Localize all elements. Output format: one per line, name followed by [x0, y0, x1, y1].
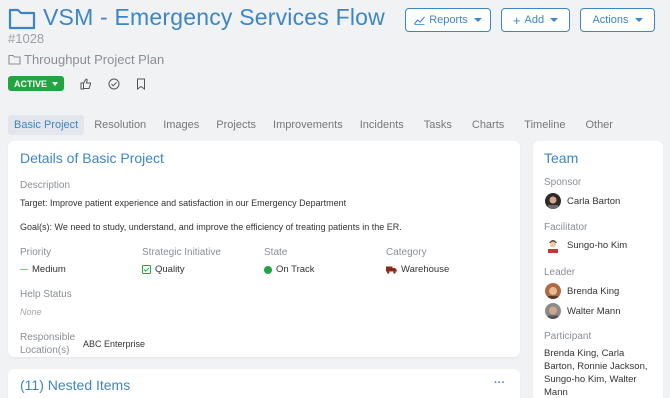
- check-circle-icon[interactable]: [108, 78, 120, 90]
- sponsor-name: Carla Barton: [567, 195, 621, 207]
- tab-projects[interactable]: Projects: [216, 115, 256, 135]
- responsible-value: ABC Enterprise: [83, 339, 146, 349]
- avatar: [545, 193, 561, 209]
- leader-name: Brenda King: [567, 285, 620, 297]
- help-status-value: None: [20, 307, 42, 317]
- truck-icon: [386, 266, 397, 274]
- details-title: Details of Basic Project: [20, 150, 164, 166]
- help-status-label: Help Status: [20, 289, 72, 300]
- category-text: Warehouse: [401, 264, 450, 275]
- plus-icon: +: [512, 12, 521, 28]
- tab-resolution[interactable]: Resolution: [94, 115, 146, 135]
- facilitator-name: Sungo-ho Kim: [567, 239, 628, 251]
- priority-value: Medium: [20, 264, 66, 275]
- description-goals: Goal(s): We need to study, understand, a…: [20, 222, 402, 232]
- sponsor-person[interactable]: Carla Barton: [545, 193, 620, 209]
- tab-incidents[interactable]: Incidents: [360, 115, 404, 135]
- leader-label: Leader: [544, 267, 576, 278]
- chart-icon: [414, 16, 426, 25]
- chevron-down-icon: [550, 18, 559, 22]
- responsible-label-2: Location(s): [20, 345, 70, 356]
- leader-name: Walter Mann: [567, 305, 621, 317]
- details-card: Details of Basic Project Description Tar…: [8, 141, 520, 357]
- status-label: ACTIVE: [14, 78, 48, 89]
- nested-items-title[interactable]: (11) Nested Items: [20, 377, 130, 393]
- chevron-down-icon: [52, 81, 59, 86]
- category-value: Warehouse: [386, 264, 449, 275]
- reports-label: Reports: [429, 14, 468, 26]
- status-badge[interactable]: ACTIVE: [8, 76, 65, 91]
- participants-line: Sungo-ho Kim, Walter: [544, 374, 637, 385]
- tab-basic-project[interactable]: Basic Project: [8, 115, 85, 135]
- status-row: ACTIVE: [8, 76, 146, 91]
- avatar: [545, 237, 561, 253]
- chevron-down-icon: [634, 18, 643, 22]
- leader-person[interactable]: Walter Mann: [545, 303, 621, 319]
- tab-charts[interactable]: Charts: [472, 115, 504, 135]
- tab-other[interactable]: Other: [585, 115, 613, 135]
- project-plan[interactable]: Throughput Project Plan: [8, 52, 164, 67]
- folder-icon: [8, 8, 36, 29]
- more-options-icon[interactable]: ···: [494, 377, 505, 389]
- participants-line: Barton, Ronnie Jackson,: [544, 361, 648, 372]
- tab-bar: Basic Project Resolution Images Projects…: [8, 115, 613, 135]
- add-button[interactable]: + Add: [501, 8, 570, 32]
- facilitator-person[interactable]: Sungo-ho Kim: [545, 237, 627, 253]
- bookmark-icon[interactable]: [136, 78, 146, 90]
- folder-icon: [8, 54, 21, 65]
- page-header: VSM - Emergency Services Flow: [8, 4, 385, 31]
- chevron-down-icon: [473, 18, 482, 22]
- tab-tasks[interactable]: Tasks: [424, 115, 452, 135]
- priority-text: Medium: [32, 264, 66, 275]
- state-label: State: [264, 247, 288, 258]
- sponsor-label: Sponsor: [544, 177, 582, 188]
- strategic-text: Quality: [155, 264, 185, 275]
- leader-person[interactable]: Brenda King: [545, 283, 619, 299]
- tab-improvements[interactable]: Improvements: [273, 115, 343, 135]
- team-title: Team: [544, 150, 579, 166]
- nested-items-card: (11) Nested Items ···: [8, 369, 520, 398]
- project-id: #1028: [8, 31, 45, 46]
- strategic-value: Quality: [142, 264, 185, 275]
- state-value: On Track: [264, 264, 315, 275]
- strategic-label: Strategic Initiative: [142, 247, 221, 258]
- like-icon[interactable]: [80, 78, 92, 90]
- participant-label: Participant: [544, 331, 592, 342]
- tab-timeline[interactable]: Timeline: [524, 115, 565, 135]
- priority-label: Priority: [20, 247, 52, 258]
- responsible-label: Responsible: [20, 332, 76, 343]
- description-label: Description: [20, 180, 71, 191]
- checkbox-icon: [142, 265, 151, 274]
- project-plan-label: Throughput Project Plan: [24, 52, 165, 67]
- avatar: [545, 303, 561, 319]
- reports-button[interactable]: Reports: [405, 8, 491, 32]
- category-label: Category: [386, 247, 427, 258]
- state-text: On Track: [276, 264, 315, 275]
- actions-label: Actions: [592, 14, 629, 26]
- facilitator-label: Facilitator: [544, 222, 588, 233]
- add-label: Add: [524, 14, 545, 26]
- priority-medium-icon: [20, 268, 28, 271]
- actions-button[interactable]: Actions: [580, 8, 655, 32]
- team-card: Team Sponsor Carla Barton Facilitator Su…: [533, 141, 663, 398]
- on-track-dot-icon: [264, 265, 272, 274]
- page-title: VSM - Emergency Services Flow: [43, 4, 385, 30]
- participants-line: Mann: [544, 387, 568, 398]
- tab-images[interactable]: Images: [163, 115, 199, 135]
- avatar: [545, 283, 561, 299]
- description-target: Target: Improve patient experience and s…: [20, 198, 347, 208]
- participants-line: Brenda King, Carla: [544, 348, 625, 359]
